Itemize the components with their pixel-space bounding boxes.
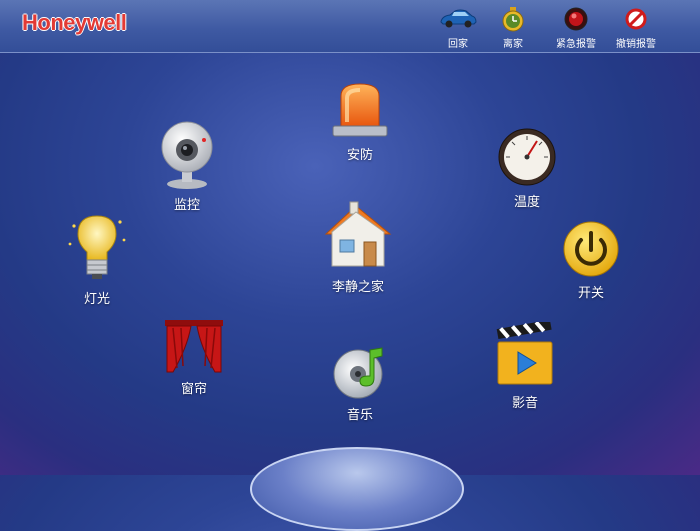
go-home-button[interactable]: 回家 bbox=[428, 6, 488, 50]
leave-home-label: 离家 bbox=[503, 39, 523, 50]
curtain-label: 窗帘 bbox=[180, 382, 207, 397]
temperature-app[interactable]: 温度 bbox=[492, 127, 562, 210]
video-label: 影音 bbox=[511, 396, 538, 411]
siren-icon bbox=[332, 83, 388, 137]
power-label: 开关 bbox=[577, 286, 604, 301]
home-label: 李静之家 bbox=[331, 280, 384, 295]
security-app[interactable]: 安防 bbox=[325, 82, 395, 163]
lighting-app[interactable]: 灯光 bbox=[64, 212, 130, 307]
thermometer-gauge-icon bbox=[498, 128, 556, 186]
music-app[interactable]: 音乐 bbox=[328, 344, 392, 423]
alarm-button-icon bbox=[564, 7, 588, 31]
curtain-app[interactable]: 窗帘 bbox=[160, 318, 228, 397]
temperature-label: 温度 bbox=[513, 195, 540, 210]
monitor-label: 监控 bbox=[173, 198, 200, 213]
car-icon bbox=[440, 9, 477, 28]
music-label: 音乐 bbox=[346, 408, 373, 423]
lighting-label: 灯光 bbox=[83, 292, 110, 307]
emergency-alarm-button[interactable]: 紧急报警 bbox=[546, 6, 606, 50]
cancel-alarm-button[interactable]: 撤销报警 bbox=[606, 6, 666, 50]
power-button-icon bbox=[563, 221, 619, 277]
clapperboard-icon bbox=[496, 322, 553, 385]
clock-icon bbox=[502, 7, 524, 32]
security-label: 安防 bbox=[346, 148, 373, 163]
power-app[interactable]: 开关 bbox=[558, 220, 624, 301]
emergency-alarm-label: 紧急报警 bbox=[556, 39, 596, 50]
light-bulb-icon bbox=[68, 215, 126, 279]
webcam-icon bbox=[161, 121, 213, 189]
top-bar: Honeywell 回家 离家 紧急报警 撤销报警 bbox=[0, 0, 700, 53]
go-home-label: 回家 bbox=[448, 39, 468, 50]
home-app[interactable]: 李静之家 bbox=[312, 200, 404, 295]
cancel-alarm-icon bbox=[625, 8, 647, 30]
monitor-app[interactable]: 监控 bbox=[152, 120, 222, 213]
leave-home-button[interactable]: 离家 bbox=[483, 6, 543, 50]
honeywell-logo: Honeywell bbox=[22, 10, 127, 35]
cancel-alarm-label: 撤销报警 bbox=[616, 39, 656, 50]
music-disc-icon bbox=[333, 347, 383, 399]
curtain-icon bbox=[165, 320, 223, 373]
house-icon bbox=[324, 201, 392, 267]
bottom-dock-dome[interactable] bbox=[250, 447, 464, 531]
video-app[interactable]: 影音 bbox=[492, 322, 558, 411]
